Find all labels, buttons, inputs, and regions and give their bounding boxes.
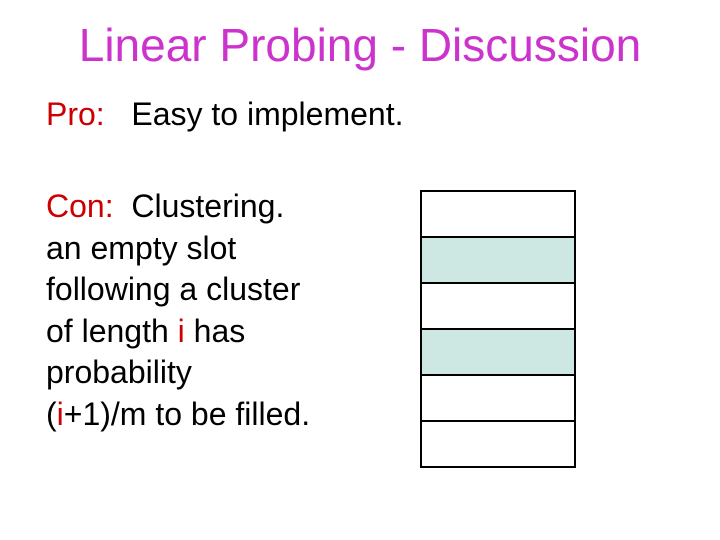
variable-i: i — [178, 313, 185, 349]
con-line-1: Con: Clustering. — [46, 186, 406, 228]
con-label: Con: — [46, 188, 114, 224]
con-line-3: following a cluster — [46, 269, 406, 311]
table-cell-empty — [422, 284, 574, 330]
con-line1-rest: Clustering. — [131, 188, 284, 224]
pro-line: Pro: Easy to implement. — [46, 96, 403, 133]
con-spacer — [114, 188, 132, 224]
con-line-2: an empty slot — [46, 228, 406, 270]
variable-i-2: i — [57, 396, 64, 432]
pro-text-value: Easy to implement. — [131, 96, 403, 132]
con-line4-b: has — [185, 313, 245, 349]
table-cell-filled — [422, 238, 574, 284]
pro-label: Pro: — [46, 96, 105, 132]
slide-title: Linear Probing - Discussion — [0, 18, 720, 72]
table-cell-filled — [422, 330, 574, 376]
con-line-6: (i+1)/m to be filled. — [46, 394, 406, 436]
hash-table-diagram — [420, 190, 576, 468]
slide: Linear Probing - Discussion Pro: Easy to… — [0, 0, 720, 540]
con-line-5: probability — [46, 352, 406, 394]
table-cell-empty — [422, 376, 574, 422]
con-line4-a: of length — [46, 313, 178, 349]
con-line6-a: ( — [46, 396, 57, 432]
con-block: Con: Clustering. an empty slot following… — [46, 186, 406, 436]
table-cell-empty — [422, 422, 574, 468]
table-cell-empty — [422, 192, 574, 238]
con-line6-b: +1)/m to be filled. — [64, 396, 310, 432]
pro-text — [114, 96, 132, 132]
con-line-4: of length i has — [46, 311, 406, 353]
